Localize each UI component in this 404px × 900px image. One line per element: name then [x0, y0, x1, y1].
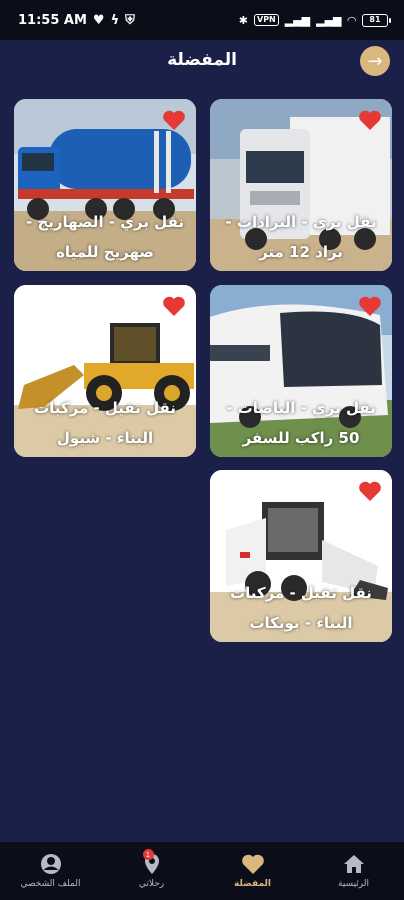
status-right: ✱ VPN ▂▄▆ ▂▄▆ ◠ 81: [238, 13, 391, 27]
notification-icon: ♥: [92, 12, 105, 28]
favorite-card-title: نقل بري - الصهاريج - صهريج للمياه: [25, 213, 185, 261]
favorite-card-skid-steer[interactable]: نقل ثقيل - مركبات البناء - بوبكات: [210, 470, 392, 642]
nav-item-home[interactable]: الرئيسية: [309, 853, 399, 889]
wifi-icon: ◠: [347, 13, 356, 27]
page-title: المفضلة: [167, 50, 237, 70]
status-left: 11:55 AM ♥ ϟ ⛨: [18, 13, 135, 28]
nav-label-profile: الملف الشخصي: [20, 879, 81, 889]
favorite-card-coach-bus[interactable]: نقل بري - الباصات - 50 راكب للسفر: [210, 285, 392, 457]
nav-label-trips: رحلاتي: [138, 879, 165, 889]
nav-item-trips[interactable]: 1 رحلاتي: [107, 849, 197, 889]
heart-icon: [241, 854, 264, 874]
arrow-right-icon: →: [367, 50, 383, 72]
app-header: المفضلة →: [0, 40, 404, 80]
heart-icon[interactable]: [358, 295, 382, 317]
trips-badge: 1: [142, 849, 154, 860]
nav-item-profile[interactable]: الملف الشخصي: [6, 853, 96, 889]
favorite-card-water-tanker[interactable]: نقل بري - الصهاريج - صهريج للمياه: [14, 99, 196, 271]
nav-item-favorites[interactable]: المفضلة: [208, 853, 298, 889]
heart-icon[interactable]: [358, 480, 382, 502]
heart-icon[interactable]: [162, 109, 186, 131]
shield-icon: ⛨: [125, 12, 135, 28]
favorite-card-title: نقل بري - البرادات - براد 12 متر: [225, 213, 377, 261]
battery-icon: 81: [362, 13, 391, 27]
favorite-card-title: نقل ثقيل - مركبات البناء - شيول: [34, 399, 176, 447]
signal-icon: ▂▄▆: [284, 13, 311, 27]
favorite-card-wheel-loader[interactable]: نقل ثقيل - مركبات البناء - شيول: [14, 285, 196, 457]
profile-icon: [40, 854, 61, 874]
signal-icon-2: ▂▄▆: [316, 13, 342, 27]
nav-label-home: الرئيسية: [338, 879, 369, 889]
heart-icon[interactable]: [358, 109, 382, 131]
bottom-nav: الملف الشخصي 1 رحلاتي المفضلة الرئيسية: [0, 842, 404, 900]
bolt-icon: ϟ: [110, 12, 120, 28]
heart-icon[interactable]: [162, 295, 186, 317]
home-icon: [343, 855, 364, 873]
vpn-icon: VPN: [254, 14, 279, 26]
back-button[interactable]: →: [360, 46, 390, 76]
nav-label-favorites: المفضلة: [234, 879, 271, 889]
status-bar: 11:55 AM ♥ ϟ ⛨ ✱ VPN ▂▄▆ ▂▄▆ ◠ 81: [0, 0, 404, 40]
favorite-card-refrigerated-truck[interactable]: نقل بري - البرادات - براد 12 متر: [210, 99, 392, 271]
bluetooth-icon: ✱: [238, 13, 248, 27]
favorite-card-title: نقل ثقيل - مركبات البناء - بوبكات: [230, 584, 372, 632]
favorite-card-title: نقل بري - الباصات - 50 راكب للسفر: [226, 399, 376, 447]
clock: 11:55 AM: [18, 12, 87, 28]
